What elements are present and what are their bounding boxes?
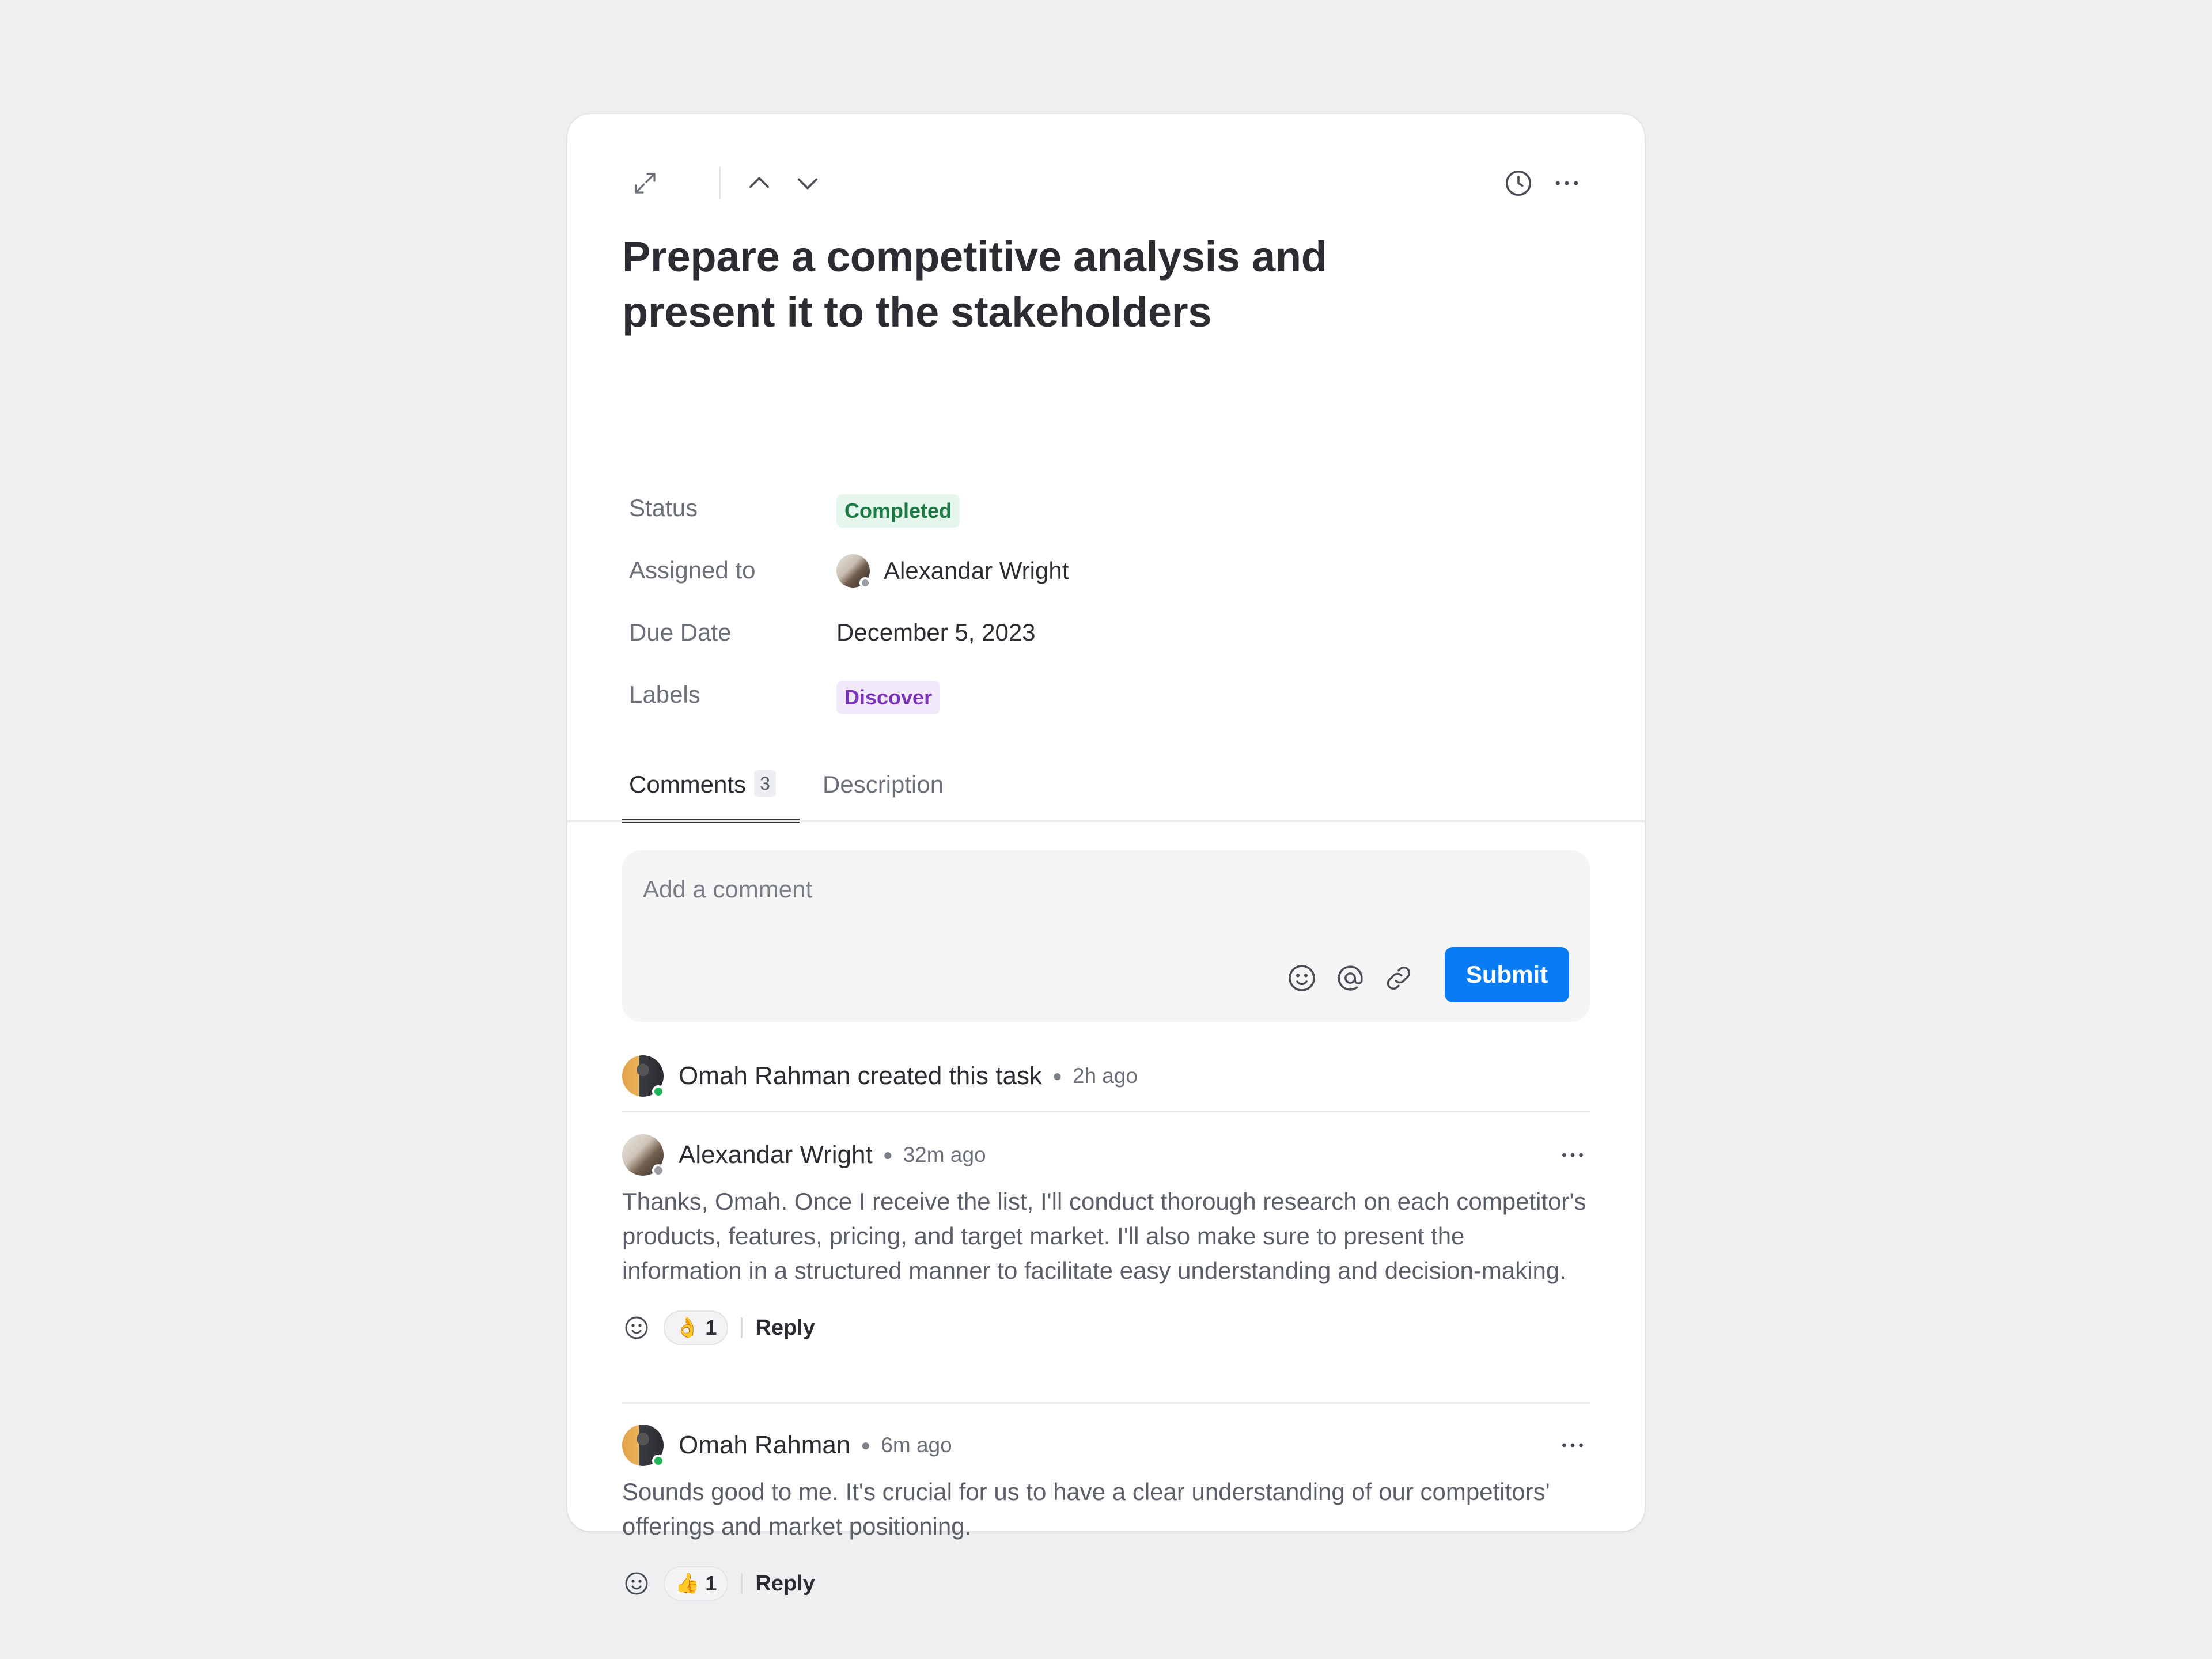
- avatar[interactable]: [622, 1425, 665, 1467]
- panel-toolbar: [622, 154, 1590, 212]
- reaction-emoji: 👍: [675, 1573, 700, 1594]
- comment-author[interactable]: Alexandar Wright: [679, 1141, 873, 1169]
- more-icon[interactable]: [1544, 154, 1590, 212]
- comment-body: Sounds good to me. It's crucial for us t…: [622, 1478, 1550, 1540]
- reaction-chip[interactable]: 👍 1: [664, 1566, 729, 1601]
- more-icon[interactable]: [1555, 1431, 1590, 1460]
- status-badge[interactable]: Completed: [836, 494, 960, 528]
- status-label: Status: [629, 494, 698, 521]
- status-value-wrap: Completed: [836, 494, 960, 528]
- comment-body: Thanks, Omah. Once I receive the list, I…: [622, 1188, 1586, 1284]
- bullet-separator: ●: [861, 1436, 871, 1454]
- tab-comments[interactable]: Comments 3: [622, 770, 800, 823]
- reaction-count: 1: [705, 1571, 717, 1595]
- bullet-separator: ●: [882, 1146, 893, 1164]
- activity-entry: Omah Rahman created this task ● 2h ago: [622, 1047, 1590, 1105]
- label-badge[interactable]: Discover: [836, 681, 941, 714]
- comment-input[interactable]: [643, 872, 1334, 907]
- divider: [622, 1111, 1590, 1112]
- reply-button[interactable]: Reply: [755, 1571, 815, 1596]
- labels-value-wrap: Discover: [836, 681, 941, 714]
- comment-time: 32m ago: [903, 1143, 986, 1166]
- reaction-emoji: 👌: [675, 1317, 700, 1339]
- tab-description[interactable]: Description: [823, 771, 944, 823]
- comment-time: 6m ago: [881, 1433, 952, 1457]
- add-reaction-icon[interactable]: [622, 1569, 651, 1598]
- assignee-row: Assigned to Alexandar Wright: [629, 545, 1590, 607]
- tabs-divider: [567, 820, 1645, 822]
- tab-bar: Comments 3 Description: [622, 759, 1645, 823]
- divider: [622, 1402, 1590, 1404]
- bullet-separator: ●: [1052, 1067, 1062, 1085]
- status-row: Status Completed: [629, 483, 1590, 545]
- mention-icon[interactable]: [1332, 960, 1369, 997]
- comment-item: Alexandar Wright ● 32m ago Thanks, Omah.…: [622, 1129, 1590, 1348]
- due-date-label: Due Date: [629, 619, 732, 646]
- chevron-down-icon[interactable]: [785, 154, 831, 212]
- reaction-chip[interactable]: 👌 1: [664, 1310, 729, 1345]
- reply-button[interactable]: Reply: [755, 1316, 815, 1340]
- add-reaction-icon[interactable]: [622, 1313, 651, 1342]
- labels-row: Labels Discover: [629, 669, 1590, 732]
- task-title: Prepare a competitive analysis and prese…: [622, 233, 1327, 336]
- action-divider: [741, 1317, 743, 1338]
- assignee-name: Alexandar Wright: [884, 557, 1069, 584]
- comment-actions: 👍 1 Reply: [622, 1563, 1590, 1604]
- task-detail-panel: Prepare a competitive analysis and prese…: [567, 114, 1645, 1601]
- assigned-label: Assigned to: [629, 556, 756, 584]
- comments-count-badge: 3: [754, 770, 776, 797]
- comment-author[interactable]: Omah Rahman: [679, 1431, 850, 1460]
- avatar: [836, 554, 871, 589]
- due-date-row: Due Date December 5, 2023: [629, 607, 1590, 669]
- avatar[interactable]: [622, 1055, 665, 1098]
- emoji-icon[interactable]: [1283, 960, 1320, 997]
- link-icon[interactable]: [1380, 960, 1417, 997]
- comment-item: Omah Rahman ● 6m ago Sounds good to me. …: [622, 1419, 1590, 1604]
- activity-text: Omah Rahman created this task: [679, 1062, 1042, 1090]
- tab-comments-label: Comments: [629, 771, 747, 798]
- toolbar-divider: [719, 167, 721, 199]
- chevron-up-icon[interactable]: [736, 154, 782, 212]
- more-icon[interactable]: [1555, 1141, 1590, 1169]
- action-divider: [741, 1573, 743, 1594]
- submit-button[interactable]: Submit: [1445, 947, 1569, 1002]
- reaction-count: 1: [705, 1316, 717, 1339]
- expand-icon[interactable]: [622, 154, 668, 212]
- labels-label: Labels: [629, 681, 700, 708]
- comment-composer: Submit: [622, 850, 1590, 1022]
- activity-time: 2h ago: [1072, 1064, 1138, 1088]
- comment-actions: 👌 1 Reply: [622, 1308, 1590, 1348]
- avatar[interactable]: [622, 1134, 665, 1177]
- tab-description-label: Description: [823, 771, 944, 798]
- clock-icon[interactable]: [1495, 154, 1541, 212]
- task-fields: Status Completed Assigned to Alexandar W…: [629, 483, 1590, 732]
- assignee-value[interactable]: Alexandar Wright: [836, 554, 1069, 589]
- due-date-value[interactable]: December 5, 2023: [836, 619, 1036, 646]
